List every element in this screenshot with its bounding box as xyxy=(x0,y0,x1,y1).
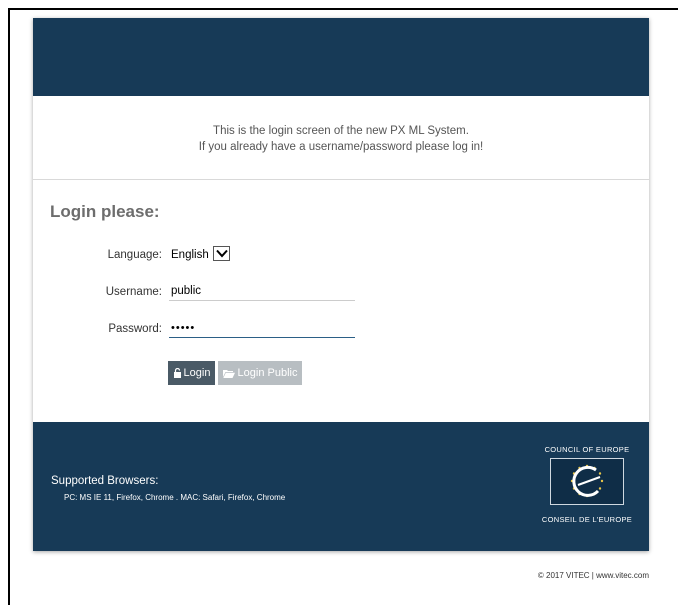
star-circle-icon xyxy=(570,464,604,498)
chevron-down-icon xyxy=(216,249,228,258)
language-label: Language: xyxy=(107,249,162,261)
folder-open-icon xyxy=(222,369,235,378)
header-banner xyxy=(33,18,649,96)
login-button-label: Login xyxy=(183,367,211,379)
window-border-left xyxy=(8,8,10,605)
intro-line-2: If you already have a username/password … xyxy=(198,141,484,153)
logo-bottom-text: CONSEIL DE L'EUROPE xyxy=(541,515,633,524)
login-public-button-label: Login Public xyxy=(237,367,298,379)
password-input[interactable]: ••••• xyxy=(169,319,355,338)
footer-banner: Supported Browsers: PC: MS IE 11, Firefo… xyxy=(33,422,649,551)
login-card: This is the login screen of the new PX M… xyxy=(33,18,649,551)
intro-section: This is the login screen of the new PX M… xyxy=(33,96,649,180)
username-input[interactable] xyxy=(169,282,355,301)
login-public-button[interactable]: Login Public xyxy=(218,361,302,385)
password-label: Password: xyxy=(108,323,162,335)
window-border-top xyxy=(8,8,678,10)
supported-browsers-title: Supported Browsers: xyxy=(51,475,159,487)
lock-icon xyxy=(173,368,181,378)
language-dropdown-toggle[interactable] xyxy=(213,246,230,261)
supported-browsers-list: PC: MS IE 11, Firefox, Chrome . MAC: Saf… xyxy=(64,493,286,502)
intro-line-1: This is the login screen of the new PX M… xyxy=(213,125,469,137)
logo-top-text: COUNCIL OF EUROPE xyxy=(544,445,630,454)
language-select-value[interactable]: English xyxy=(171,249,209,261)
username-label: Username: xyxy=(105,286,162,298)
copyright-text: © 2017 VITEC | www.vitec.com xyxy=(537,571,649,580)
logo-emblem xyxy=(550,458,624,505)
login-button[interactable]: Login xyxy=(168,361,215,385)
login-title: Login please: xyxy=(50,202,160,221)
council-of-europe-logo: COUNCIL OF EUROPE CONSEIL DE L'EUROPE xyxy=(537,445,637,525)
